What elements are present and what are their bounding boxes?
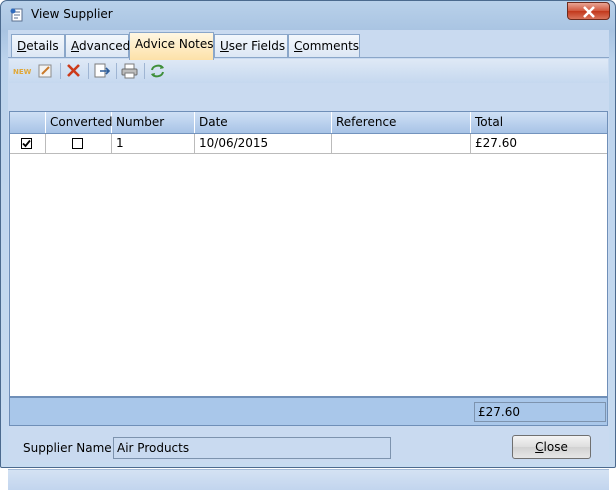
converted-cell[interactable] [46, 134, 112, 154]
toolbar: NEW [9, 59, 608, 83]
toolbar-separator [88, 63, 89, 79]
toolbar-separator [116, 63, 117, 79]
grid-header: Converted Number Date Reference Total [10, 112, 607, 134]
refresh-icon [151, 64, 164, 78]
column-header-reference[interactable]: Reference [332, 112, 471, 133]
svg-text:NEW: NEW [13, 68, 32, 76]
column-header-total[interactable]: Total [471, 112, 607, 133]
print-button[interactable] [120, 62, 140, 80]
status-bar [8, 469, 609, 490]
delete-icon [67, 64, 80, 77]
advice-notes-page: NEW Converted Number Date Reference Tota… [8, 57, 609, 490]
toolbar-separator [144, 63, 145, 79]
app-icon [9, 7, 25, 23]
new-button[interactable]: NEW [12, 62, 32, 80]
window-title: View Supplier [31, 7, 113, 21]
tab-advice-notes[interactable]: Advice Notes [129, 32, 214, 60]
tab-comments[interactable]: Comments [288, 34, 360, 58]
column-header-converted[interactable]: Converted [46, 112, 112, 133]
total-cell[interactable]: £27.60 [471, 134, 607, 154]
reference-cell[interactable] [332, 134, 471, 154]
refresh-button[interactable] [148, 62, 168, 80]
supplier-name-label: Supplier Name [23, 441, 112, 455]
row-select-cell[interactable] [10, 134, 46, 154]
window-client: Details Advanced Advice Notes User Field… [8, 30, 609, 490]
column-header-date[interactable]: Date [195, 112, 332, 133]
edit-button[interactable] [36, 62, 56, 80]
tab-details[interactable]: Details [11, 34, 65, 58]
column-header-select[interactable] [10, 112, 46, 133]
toolbar-separator [60, 63, 61, 79]
advice-notes-grid[interactable]: Converted Number Date Reference Total 1 … [9, 111, 608, 397]
print-icon [121, 63, 138, 79]
converted-checkbox[interactable] [72, 138, 83, 149]
grid-footer: £27.60 [9, 397, 608, 426]
tab-user-fields[interactable]: User Fields [214, 34, 288, 58]
new-icon: NEW [13, 68, 32, 76]
supplier-name-field: Air Products [113, 437, 391, 459]
checkmark-icon [22, 139, 31, 148]
footer-total: £27.60 [474, 402, 606, 422]
date-cell[interactable]: 10/06/2015 [195, 134, 332, 154]
column-header-number[interactable]: Number [112, 112, 195, 133]
table-row[interactable]: 1 10/06/2015 £27.60 [10, 134, 607, 154]
close-icon [583, 6, 595, 18]
export-icon [94, 63, 111, 78]
row-select-checkbox[interactable] [21, 138, 32, 149]
number-cell[interactable]: 1 [112, 134, 195, 154]
export-button[interactable] [92, 62, 112, 80]
window-close-button[interactable] [567, 2, 610, 20]
close-button[interactable]: Close [512, 435, 591, 459]
tab-advanced[interactable]: Advanced [65, 34, 130, 58]
edit-icon [38, 64, 52, 78]
delete-button[interactable] [64, 62, 84, 80]
view-supplier-window: View Supplier Details Advanced Advice No… [0, 0, 616, 490]
title-bar[interactable]: View Supplier [1, 1, 615, 29]
